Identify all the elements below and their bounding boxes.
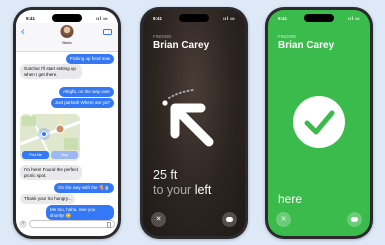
finding-label: FINDING <box>153 34 172 39</box>
phone-finder: 9:41 ııl ▭ FINDING Brian Carey 25 ft to … <box>140 7 248 239</box>
message-bubble[interactable]: Me too, haha. See you shortly! 🙂 <box>46 205 114 220</box>
direction-value: left <box>194 183 212 197</box>
status-time: 9:41 <box>26 16 36 21</box>
message-bubble[interactable]: Thank you! So hungry... <box>20 194 76 204</box>
map-icon <box>20 114 80 152</box>
location-map-card[interactable]: Find Me Stop <box>20 114 80 161</box>
dynamic-island <box>52 14 82 22</box>
direction-arrow-icon <box>162 89 214 147</box>
signal-icon: ııl ▭ <box>96 15 108 21</box>
close-icon[interactable]: ✕ <box>151 212 166 227</box>
message-icon[interactable] <box>222 212 237 227</box>
arrived-screen: 9:41 ııl ▭ FINDING Brian Carey here ✕ <box>268 10 370 236</box>
message-bubble[interactable]: Alright, on the way over <box>58 87 114 97</box>
finding-label: FINDING <box>278 34 297 39</box>
signal-icon: ııl ▭ <box>348 15 360 21</box>
message-bubble[interactable]: Just parked! Where are ya? <box>50 98 114 108</box>
status-time: 9:41 <box>153 16 163 21</box>
dynamic-island <box>179 14 209 22</box>
message-bubble[interactable]: Picking up food now <box>65 54 114 64</box>
microphone-icon[interactable] <box>107 222 111 228</box>
back-chevron-icon[interactable]: ‹ <box>21 27 25 38</box>
person-name: Brian Carey <box>278 40 335 51</box>
video-call-icon[interactable] <box>103 29 112 35</box>
stop-sharing-button[interactable]: Stop <box>51 151 78 159</box>
finder-screen: 9:41 ııl ▭ FINDING Brian Carey 25 ft to … <box>143 10 245 236</box>
message-input[interactable] <box>29 220 115 228</box>
compose-bar: + <box>19 220 115 229</box>
message-bubble[interactable]: On the way with the 🍕🥤 <box>54 183 114 193</box>
distance-readout: 25 ft <box>153 168 178 182</box>
direction-prefix: to your <box>153 183 192 197</box>
phone-messages: 9:41 ııl ▭ ‹ Brian Picking up food now G… <box>13 7 121 239</box>
messages-screen: 9:41 ııl ▭ ‹ Brian Picking up food now G… <box>16 10 118 236</box>
phone-arrived: 9:41 ııl ▭ FINDING Brian Carey here ✕ <box>265 7 373 239</box>
message-icon[interactable] <box>347 212 362 227</box>
status-time: 9:41 <box>278 16 288 21</box>
message-bubble[interactable]: I'm here! Found the perfect picnic spot. <box>20 165 82 180</box>
arrived-text: here <box>278 192 303 206</box>
plus-icon[interactable]: + <box>19 220 27 228</box>
signal-icon: ııl ▭ <box>223 15 235 21</box>
checkmark-icon <box>304 110 335 135</box>
direction-readout: to your left <box>153 183 211 197</box>
avatar[interactable] <box>60 25 74 38</box>
message-bubble[interactable]: Gotcha! I'll start setting up when I get… <box>20 64 82 79</box>
dynamic-island <box>304 14 334 22</box>
find-me-button[interactable]: Find Me <box>22 151 49 159</box>
conversation-header: ‹ Brian <box>16 23 118 52</box>
checkmark-circle <box>293 96 345 148</box>
person-name: Brian Carey <box>153 40 210 51</box>
contact-name[interactable]: Brian <box>16 40 118 45</box>
close-icon[interactable]: ✕ <box>276 212 291 227</box>
